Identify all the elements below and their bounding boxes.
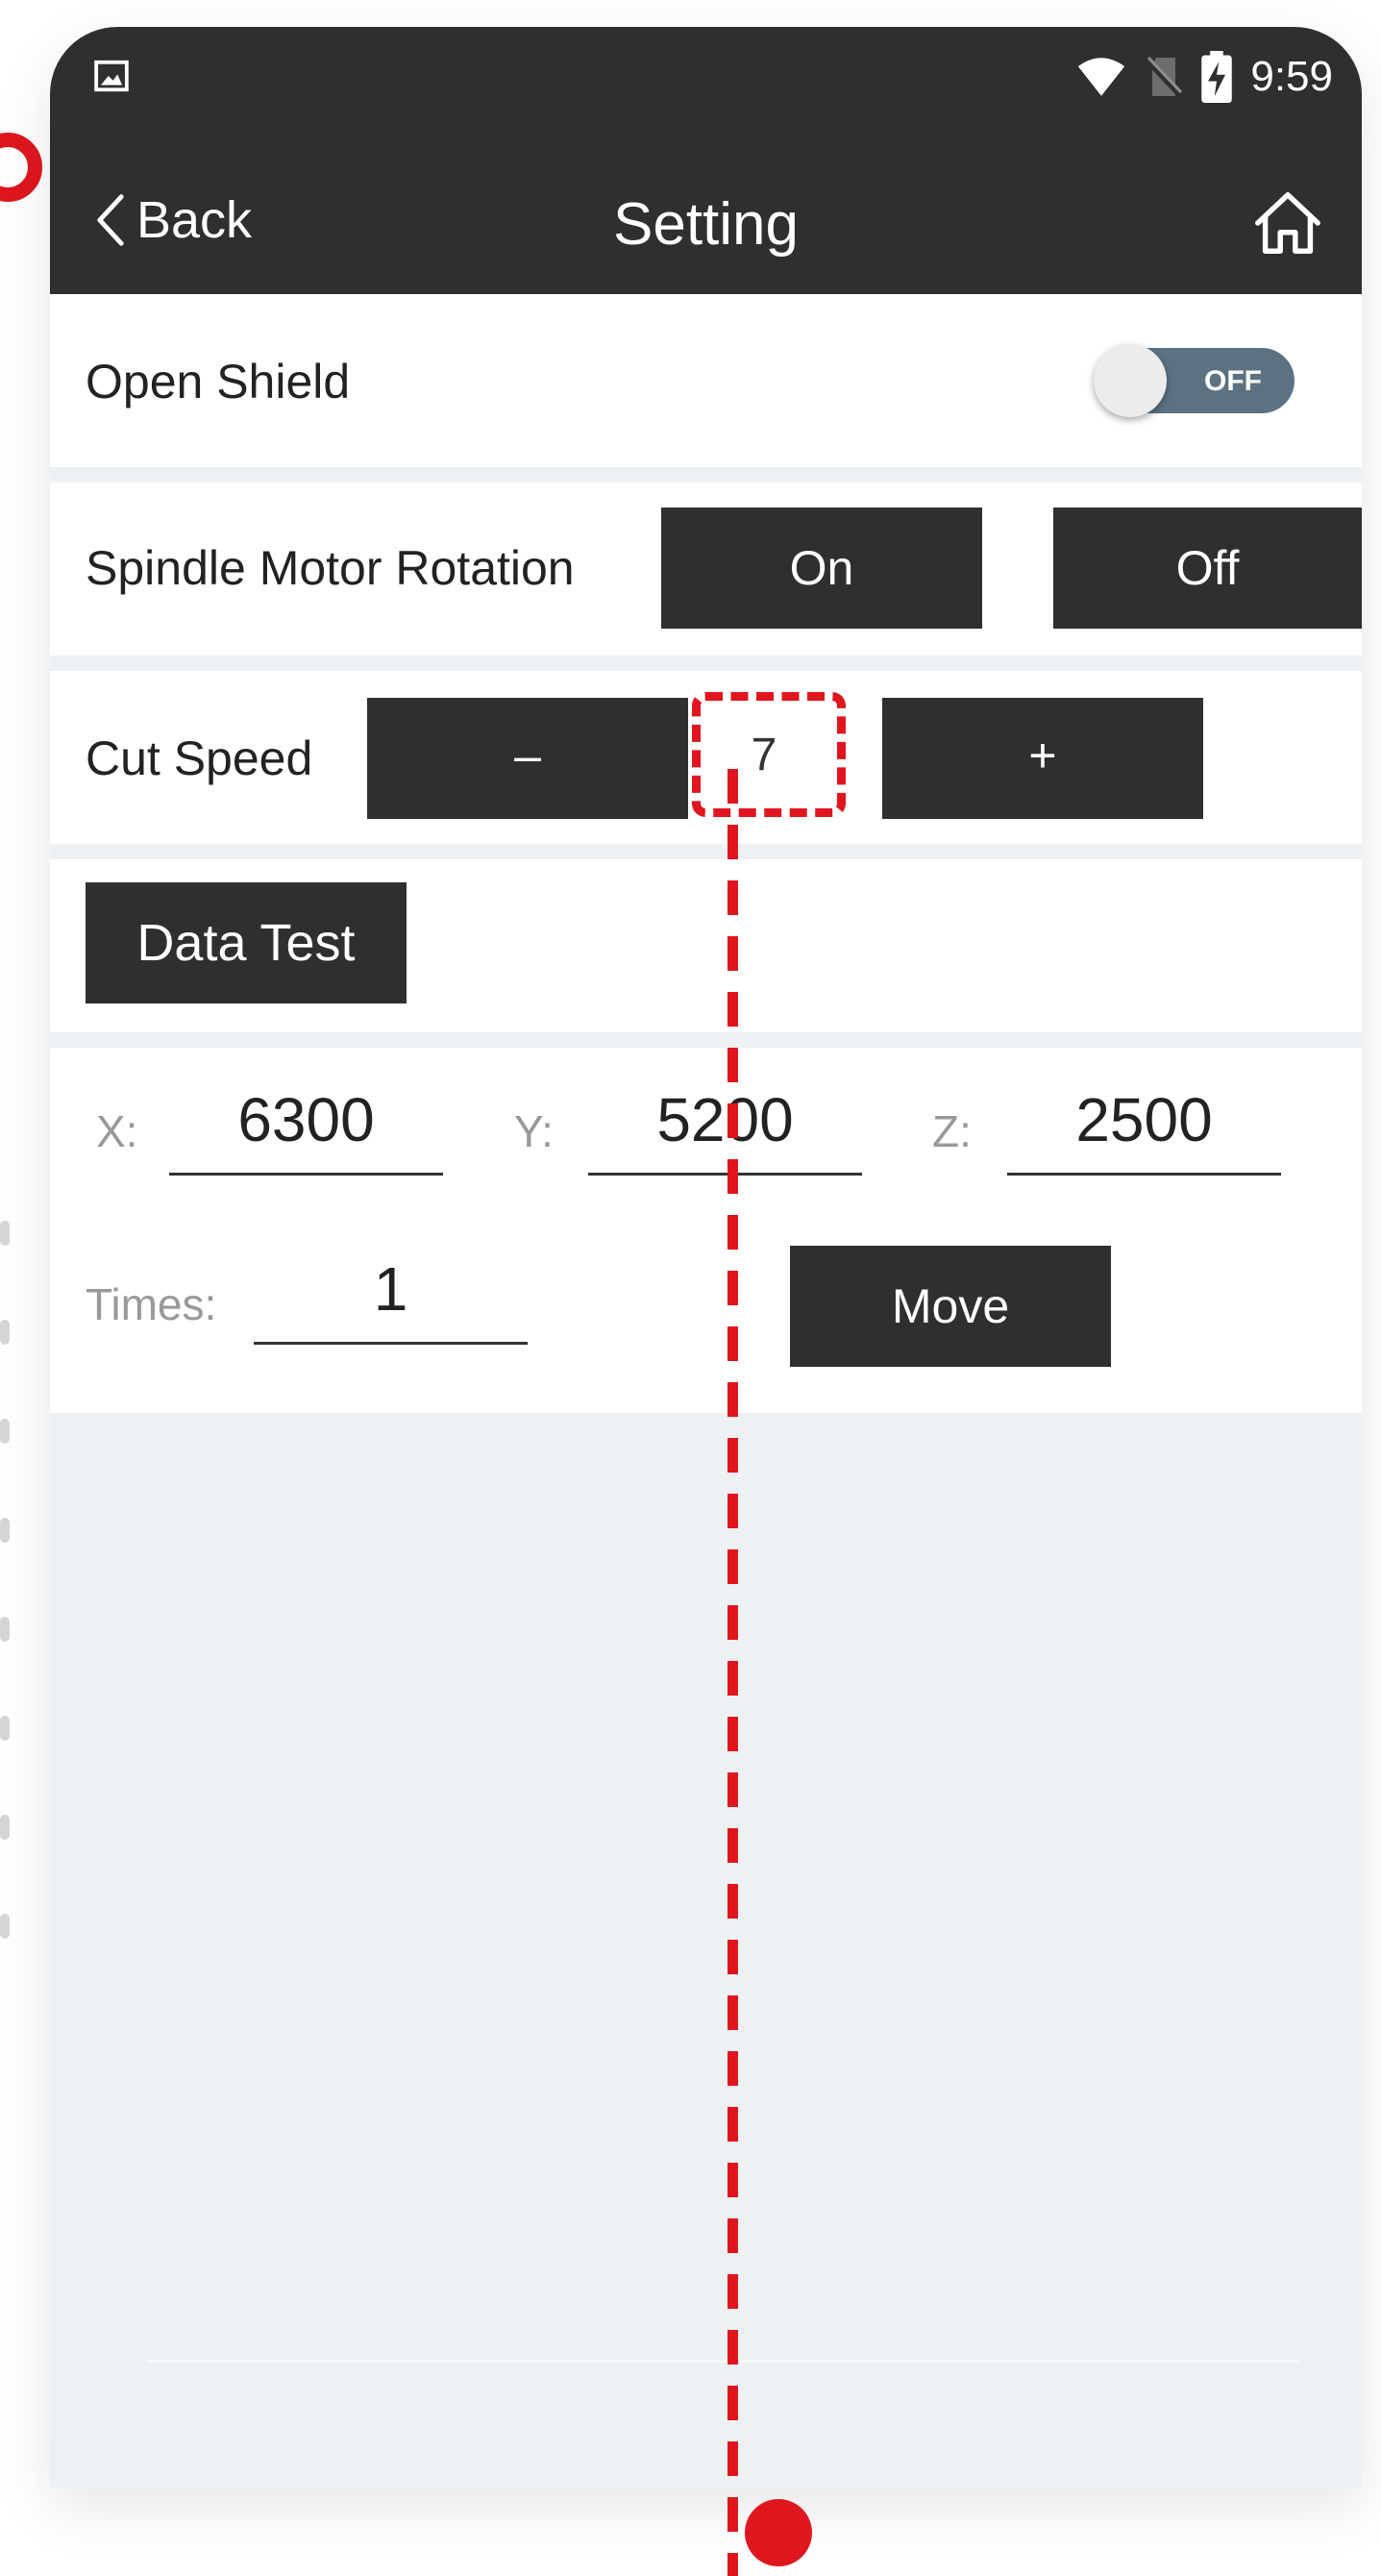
x-label: X: (96, 1106, 138, 1156)
cut-speed-increase-button[interactable]: + (882, 698, 1203, 819)
cut-speed-row: Cut Speed – 7 + (50, 671, 1362, 844)
toggle-state-text: OFF (1204, 365, 1262, 397)
z-input[interactable]: 2500 (1007, 1077, 1281, 1176)
phone-screen: 9:59 Back Setting Open Shield OFF Spindl… (50, 27, 1362, 2488)
x-input[interactable]: 6300 (169, 1077, 443, 1176)
status-icons: 9:59 (1075, 50, 1333, 104)
cut-speed-label: Cut Speed (86, 731, 313, 785)
spindle-motor-row: Spindle Motor Rotation On Off (50, 483, 1362, 656)
open-shield-toggle[interactable]: OFF (1094, 344, 1295, 417)
no-sim-icon (1145, 56, 1184, 99)
y-label: Y: (514, 1106, 554, 1156)
spindle-motor-label: Spindle Motor Rotation (86, 541, 575, 595)
spindle-off-button[interactable]: Off (1053, 508, 1362, 629)
annotation-marker-top (0, 133, 42, 202)
battery-charging-icon (1201, 51, 1233, 103)
wifi-icon (1078, 58, 1125, 96)
home-icon[interactable] (1250, 188, 1325, 258)
open-shield-row: Open Shield OFF (50, 294, 1362, 467)
move-button[interactable]: Move (790, 1246, 1111, 1367)
status-time: 9:59 (1250, 53, 1333, 100)
times-input[interactable]: 1 (254, 1246, 528, 1345)
coordinates-section: X: 6300 Y: 5200 Z: 2500 Times: 1 Move (50, 1048, 1362, 1413)
image-icon (94, 60, 129, 92)
annotation-marker-bottom (745, 2499, 812, 2566)
status-bar: 9:59 (50, 27, 1362, 152)
data-test-row: Data Test (50, 859, 1362, 1032)
z-label: Z: (932, 1106, 972, 1156)
nav-bar: Back Setting (50, 152, 1362, 294)
left-edge-dots (0, 1221, 12, 1990)
data-test-button[interactable]: Data Test (86, 882, 407, 1003)
page-title: Setting (612, 191, 800, 258)
cut-speed-decrease-button[interactable]: – (367, 698, 688, 819)
y-input[interactable]: 5200 (588, 1077, 862, 1176)
times-label: Times: (86, 1279, 217, 1329)
annotation-dashed-line (727, 769, 738, 2576)
open-shield-label: Open Shield (86, 355, 351, 409)
toggle-knob (1094, 344, 1167, 417)
bottom-divider (146, 2360, 1299, 2363)
annotation-highlight-box (692, 692, 846, 817)
spindle-on-button[interactable]: On (661, 508, 982, 629)
